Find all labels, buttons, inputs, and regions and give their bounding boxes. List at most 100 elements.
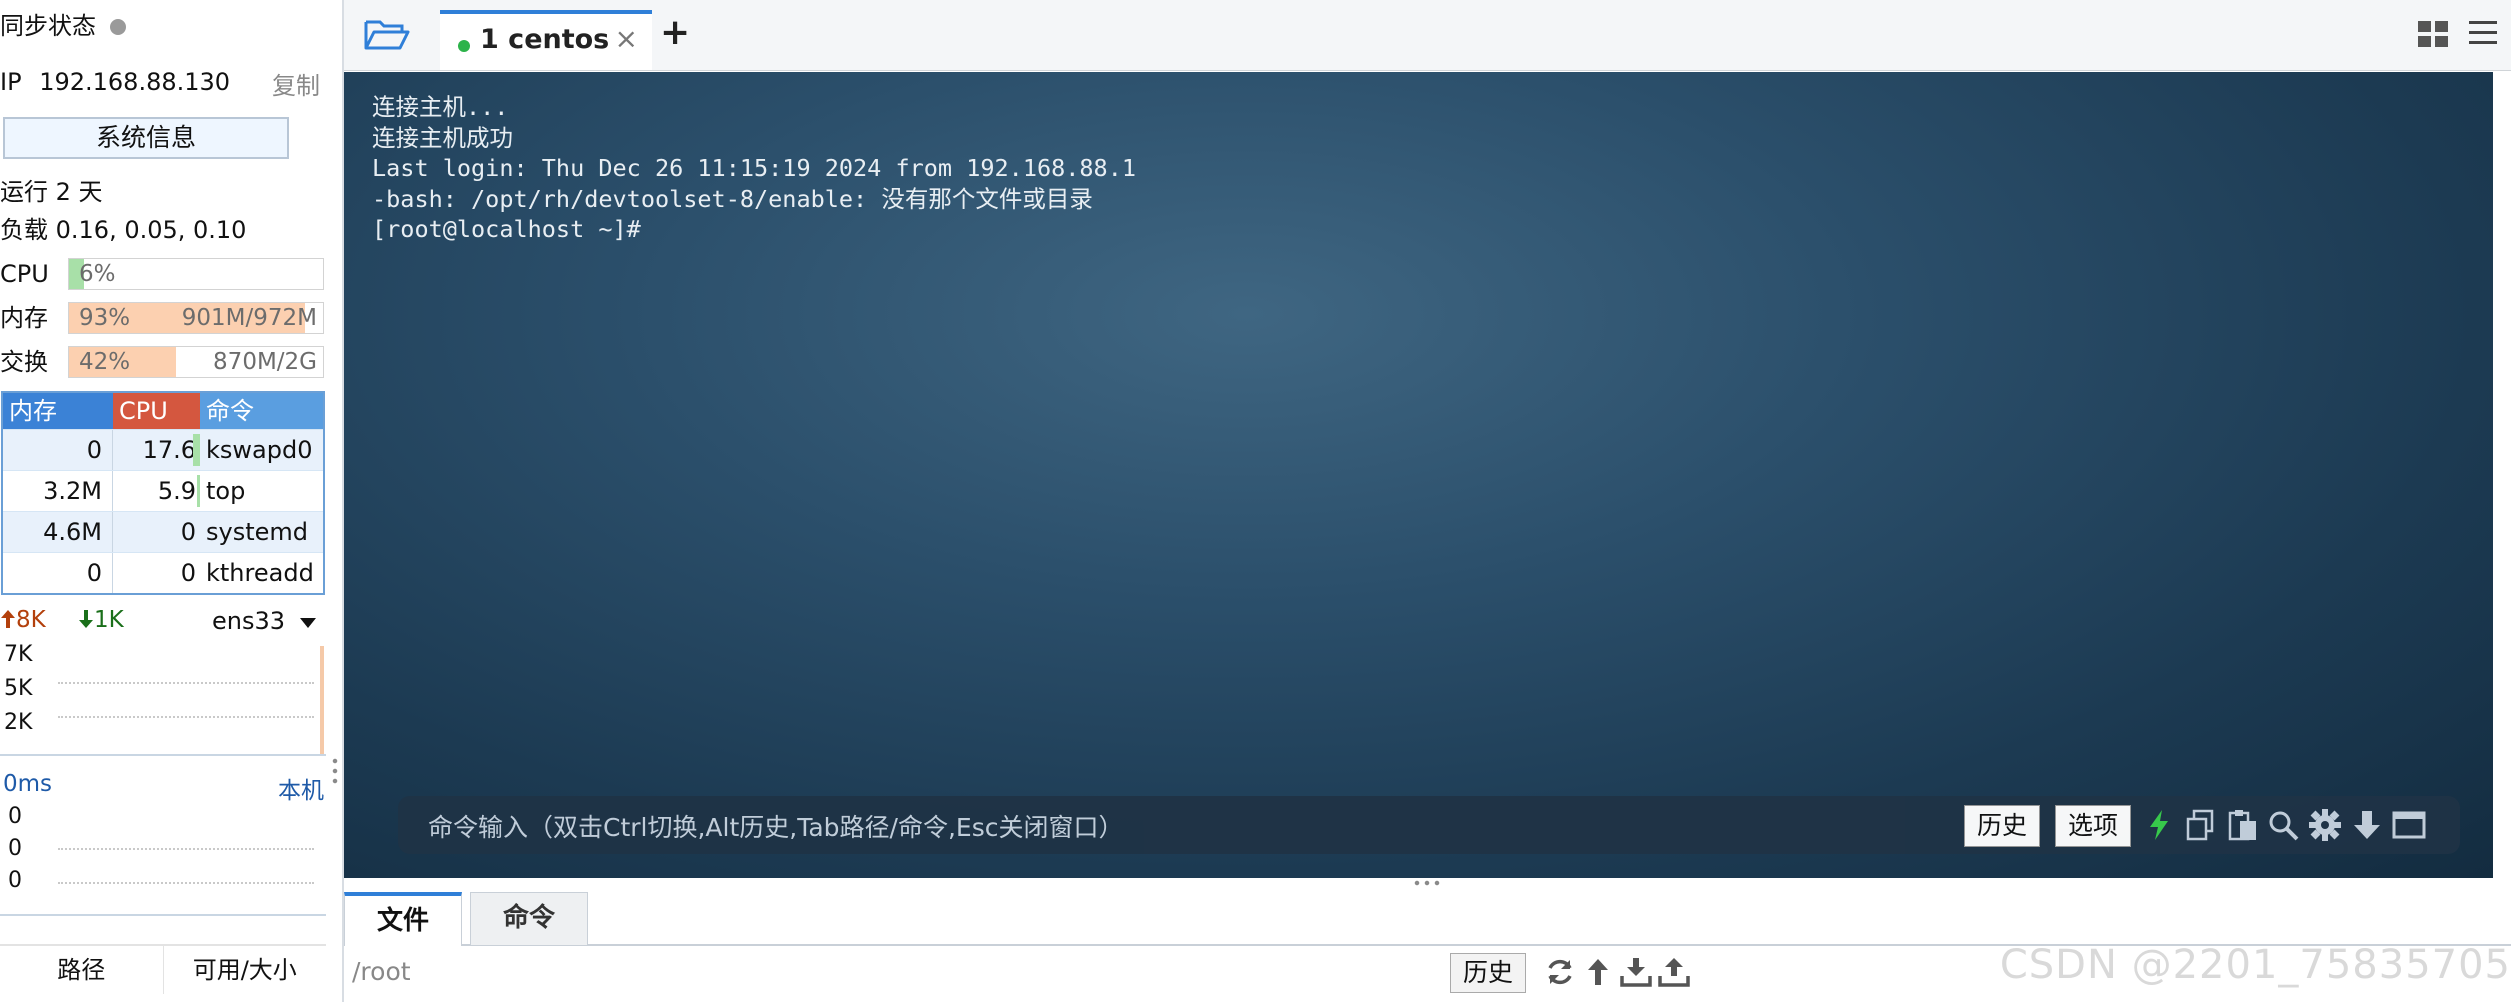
swap-meter-detail: 870M/2G [213,349,317,375]
tab-files[interactable]: 文件 [344,892,462,946]
command-history-button[interactable]: 历史 [1964,805,2041,847]
process-row[interactable]: 3.2M 5.9 top [3,470,323,511]
tab-status-dot [458,40,470,52]
file-panel: 文件 命令 历史 CSDN @2201_75835705 [344,888,2511,1002]
add-tab-button[interactable]: + [660,12,690,53]
terminal-line: 连接主机成功 [372,123,513,152]
sync-status-dot [110,19,126,35]
terminal-line: -bash: /opt/rh/devtoolset-8/enable: 没有那个… [372,184,1093,213]
up-directory-icon[interactable] [1582,956,1614,988]
path-history-button[interactable]: 历史 [1450,953,1527,993]
command-input-bar[interactable]: 命令输入（双击Ctrl切换,Alt历史,Tab路径/命令,Esc关闭窗口） 历史… [398,796,2460,854]
net-download-value: 1K [94,607,124,633]
net-download: 1K [78,607,124,633]
cpu-meter-label: CPU [0,260,49,288]
net-upload: 8K [0,607,46,633]
paste-icon[interactable] [2226,808,2260,842]
terminal-line: 连接主机... [372,93,509,121]
ping-y-tick: 0 [8,868,22,893]
cpu-meter-percent: 6% [79,261,116,287]
process-mem: 4.6M [3,512,113,552]
net-grid-line [58,716,314,718]
sidebar: 同步状态 IP 192.168.88.130 复制 系统信息 运行 2 天 负载… [0,0,344,1002]
network-interface-value: ens33 [212,607,286,635]
copy-icon[interactable] [2184,808,2218,842]
tab-commands[interactable]: 命令 [470,892,588,946]
ip-row: IP 192.168.88.130 [0,66,230,98]
ping-target[interactable]: 本机 [278,771,324,805]
path-input[interactable] [350,950,1454,994]
grid-layout-icon[interactable] [2417,20,2449,48]
menu-icon[interactable] [2467,18,2499,48]
process-cmd: kswapd0 [206,436,313,464]
tab-title: 1 centos [480,24,610,55]
swap-meter-label: 交换 [0,348,48,376]
process-cpu-value: 17.6 [142,436,196,464]
arrow-down-icon [79,610,93,628]
panel-splitter-handle[interactable] [1412,880,1442,886]
process-row[interactable]: 0 0 kthreadd [3,552,323,593]
ping-latency: 0ms [3,771,53,797]
memory-meter-label: 内存 [0,304,48,332]
load-text: 负载 0.16, 0.05, 0.10 [0,216,247,244]
download-icon[interactable] [1620,956,1652,988]
network-interface-select[interactable]: ens33 [212,607,317,635]
disk-header-path[interactable]: 路径 [0,946,164,994]
process-header-cmd[interactable]: 命令 [200,393,323,429]
uptime-text: 运行 2 天 [0,178,103,206]
process-row[interactable]: 0 17.6 kswapd0 [3,429,323,470]
net-y-tick: 2K [4,710,33,735]
ping-grid-line [58,882,314,884]
gear-icon[interactable] [2308,808,2342,842]
tab-centos[interactable]: 1 centos × [440,10,652,70]
search-icon[interactable] [2266,808,2300,842]
net-y-tick: 7K [4,642,33,667]
arrow-down-icon[interactable] [2350,808,2384,842]
refresh-icon[interactable] [1544,956,1576,988]
process-cmd: systemd [206,518,308,546]
ping-grid-line [58,848,314,850]
disk-header-size[interactable]: 可用/大小 [164,946,327,994]
net-y-tick: 5K [4,676,33,701]
command-options-button[interactable]: 选项 [2055,805,2132,847]
terminal-prompt: [root@localhost ~]# [372,215,641,243]
process-cmd: kthreadd [206,559,314,587]
process-mem: 3.2M [3,471,113,511]
swap-meter: 42% 870M/2G [68,346,324,378]
system-info-button[interactable]: 系统信息 [3,117,289,159]
process-table: 内存 CPU 命令 0 17.6 kswapd0 3.2M 5.9 top 4.… [1,391,325,595]
folder-icon[interactable] [364,16,410,52]
network-chart: 7K 5K 2K [0,640,326,756]
process-cpu: 17.6 [113,430,200,470]
terminal[interactable]: 连接主机... 连接主机成功 Last login: Thu Dec 26 11:1… [344,72,2493,878]
upload-icon[interactable] [1658,956,1690,988]
process-row[interactable]: 4.6M 0 systemd [3,511,323,552]
process-header-cpu[interactable]: CPU [113,393,200,429]
process-cpu: 0 [113,512,200,552]
watermark-text: CSDN @2201_75835705 [1999,942,2511,988]
process-mem: 0 [3,553,113,593]
process-header-mem[interactable]: 内存 [3,393,113,429]
process-cpu-bar [197,475,200,507]
sidebar-resize-handle[interactable] [332,756,338,786]
process-cpu: 5.9 [113,471,200,511]
disk-table-header: 路径 可用/大小 [0,944,326,994]
sync-status: 同步状态 [0,10,126,42]
process-table-header: 内存 CPU 命令 [3,393,323,429]
close-icon[interactable]: × [615,22,638,55]
copy-ip-button[interactable]: 复制 [272,66,320,101]
net-upload-value: 8K [16,607,46,633]
ping-chart: 0 0 0 [0,804,326,916]
process-cmd: top [206,477,246,505]
window-icon[interactable] [2392,808,2426,842]
tab-bar: 1 centos × + [344,0,2511,71]
swap-meter-percent: 42% [79,349,131,375]
process-cpu-value: 5.9 [157,477,196,505]
ping-y-tick: 0 [8,836,22,861]
lightning-icon[interactable] [2142,808,2176,842]
caret-down-icon [299,618,316,628]
process-mem: 0 [3,430,113,470]
process-cpu-bar [193,434,200,466]
command-input-hint: 命令输入（双击Ctrl切换,Alt历史,Tab路径/命令,Esc关闭窗口） [428,813,1124,842]
terminal-scrollbar[interactable] [2493,72,2511,786]
